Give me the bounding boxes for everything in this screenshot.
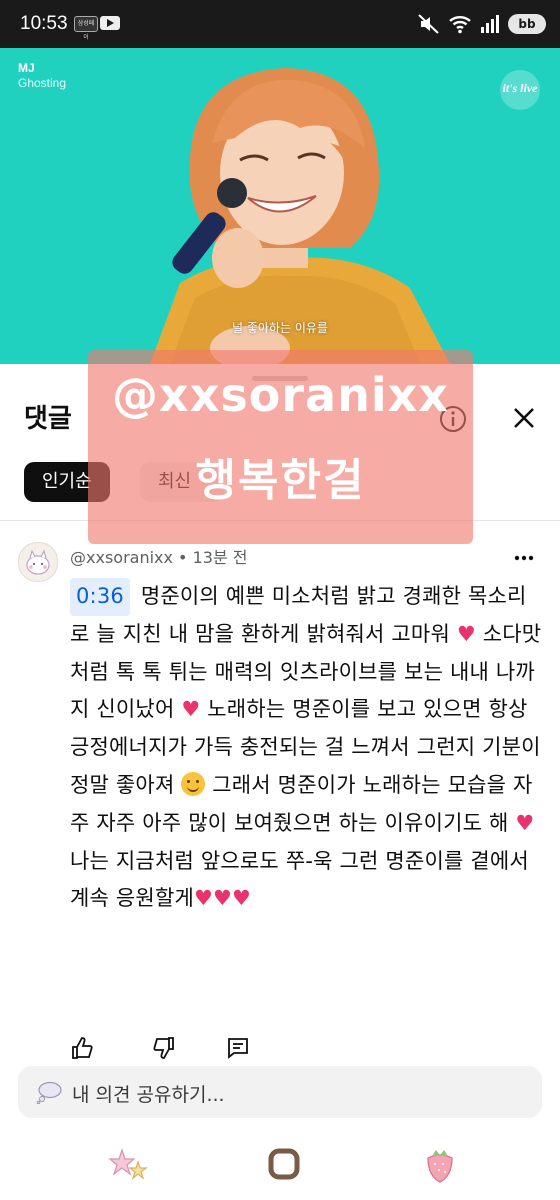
reply-icon[interactable] [226, 1036, 250, 1060]
comment-meta: @xxsoranixx • 13분 전 [70, 544, 247, 568]
heart-emoji: ♥ [181, 697, 201, 722]
navigation-bar [0, 1132, 560, 1200]
video-artist: MJ [18, 61, 35, 75]
comment-author[interactable]: @xxsoranixx [70, 548, 173, 567]
avatar[interactable] [18, 542, 58, 582]
battery-icon: bb [508, 14, 546, 34]
watermark-handle: @xxsoranixx [112, 368, 449, 422]
comment-age: 13분 전 [192, 548, 248, 567]
comment-input-placeholder[interactable]: 내 의견 공유하기... [72, 1080, 225, 1107]
status-bar: 10:53 삼성페이 LOUNGE bb [0, 0, 560, 55]
wifi-icon [449, 16, 471, 34]
video-frame [0, 48, 560, 364]
strawberry-icon[interactable] [418, 1142, 462, 1186]
status-icons: bb [418, 12, 546, 36]
close-icon[interactable] [507, 401, 541, 435]
smile-emoji-icon [181, 771, 206, 796]
video-player[interactable]: MJ Ghosting it's live 널 좋아하는 이유를 [0, 48, 560, 364]
watermark-overlay: @xxsoranixx 행복한걸 [88, 350, 473, 544]
thought-bubble-icon [36, 1081, 62, 1104]
video-subtitle: 널 좋아하는 이유를 [232, 321, 328, 335]
meta-separator: • [172, 548, 193, 567]
video-song-title: Ghosting [18, 76, 67, 90]
sheet-title: 댓글 [24, 404, 72, 434]
heart-emoji: ♥ [515, 810, 535, 835]
comment-text: 0:36 명준이의 예쁜 미소처럼 밝고 경쾌한 목소리로 늘 지친 내 맘을 … [70, 578, 544, 918]
comment-input[interactable]: 내 의견 공유하기... [18, 1066, 542, 1118]
more-icon[interactable] [514, 554, 534, 562]
thumbs-up-icon[interactable] [70, 1036, 94, 1060]
channel-logo: it's live [502, 81, 538, 95]
stars-icon[interactable] [106, 1142, 150, 1186]
comment-part-5: 나는 지금처럼 앞으로도 쭈-욱 그런 명준이를 곁에서 계속 응원할게 [70, 848, 529, 911]
heart-emoji: ♥ [456, 621, 476, 646]
thumbs-down-icon[interactable] [152, 1036, 176, 1060]
samsung-pay-badge: 삼성페이 LOUNGE [74, 16, 100, 55]
avatar-image [26, 549, 50, 575]
signal-icon [481, 15, 499, 33]
mute-icon [418, 14, 439, 34]
watermark-caption: 행복한걸 [195, 455, 366, 506]
timestamp-link[interactable]: 0:36 [70, 578, 130, 616]
status-time: 10:53 [20, 13, 68, 34]
youtube-notification-icon [100, 16, 120, 30]
home-square-icon[interactable] [262, 1142, 306, 1186]
hearts-emoji: ♥♥♥ [194, 886, 252, 911]
